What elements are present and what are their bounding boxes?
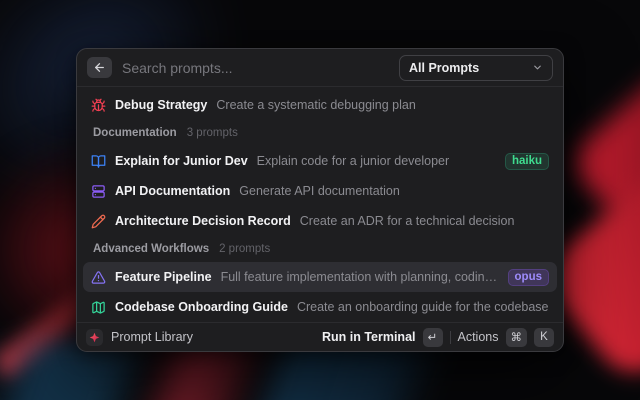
back-button[interactable] bbox=[87, 57, 112, 78]
bug-icon bbox=[91, 98, 106, 113]
actions-menu-button[interactable]: Actions bbox=[458, 330, 499, 344]
chevron-down-icon bbox=[532, 62, 543, 73]
prompt-library-palette: All Prompts Debug Strategy Create a syst… bbox=[76, 48, 564, 352]
prompt-subtitle: Create a systematic debugging plan bbox=[216, 98, 549, 112]
map-icon bbox=[91, 300, 106, 315]
prompt-title: Feature Pipeline bbox=[115, 270, 212, 284]
section-label: Documentation bbox=[93, 127, 177, 139]
pencil-icon bbox=[91, 214, 106, 229]
list-item-debug-strategy[interactable]: Debug Strategy Create a systematic debug… bbox=[83, 90, 557, 120]
k-keycap: K bbox=[534, 328, 554, 347]
model-badge-opus: opus bbox=[508, 269, 549, 286]
list-item-codebase-onboarding-guide[interactable]: Codebase Onboarding Guide Create an onbo… bbox=[83, 292, 557, 322]
prompt-title: Codebase Onboarding Guide bbox=[115, 300, 288, 314]
prompt-subtitle: Create an ADR for a technical decision bbox=[300, 214, 549, 228]
server-icon bbox=[91, 184, 106, 199]
enter-keycap: ↵ bbox=[423, 328, 443, 347]
filter-dropdown[interactable]: All Prompts bbox=[399, 55, 553, 81]
prompt-title: Debug Strategy bbox=[115, 98, 207, 112]
section-count: 2 prompts bbox=[219, 243, 270, 255]
prompt-title: Architecture Decision Record bbox=[115, 214, 291, 228]
prompt-subtitle: Generate API documentation bbox=[239, 184, 549, 198]
arrow-left-icon bbox=[93, 61, 106, 74]
palette-header: All Prompts bbox=[77, 49, 563, 87]
section-header-documentation: Documentation 3 prompts bbox=[83, 120, 557, 146]
prompt-subtitle: Explain code for a junior developer bbox=[257, 154, 496, 168]
prompt-title: Explain for Junior Dev bbox=[115, 154, 248, 168]
app-name-label: Prompt Library bbox=[111, 330, 193, 344]
list-item-feature-pipeline[interactable]: Feature Pipeline Full feature implementa… bbox=[83, 262, 557, 292]
triangle-alert-icon bbox=[91, 270, 106, 285]
prompt-subtitle: Create an onboarding guide for the codeb… bbox=[297, 300, 549, 314]
book-open-icon bbox=[91, 154, 106, 169]
list-item-architecture-decision-record[interactable]: Architecture Decision Record Create an A… bbox=[83, 206, 557, 236]
list-item-api-documentation[interactable]: API Documentation Generate API documenta… bbox=[83, 176, 557, 206]
filter-dropdown-value: All Prompts bbox=[409, 61, 479, 75]
prompt-list: Debug Strategy Create a systematic debug… bbox=[77, 87, 563, 322]
footer-divider bbox=[450, 331, 451, 344]
prompt-title: API Documentation bbox=[115, 184, 230, 198]
model-badge-haiku: haiku bbox=[505, 153, 549, 170]
palette-footer: Prompt Library Run in Terminal ↵ Actions… bbox=[77, 322, 563, 351]
app-logo-icon bbox=[86, 329, 103, 346]
section-header-advanced-workflows: Advanced Workflows 2 prompts bbox=[83, 236, 557, 262]
run-in-terminal-button[interactable]: Run in Terminal bbox=[322, 330, 416, 344]
list-item-explain-for-junior-dev[interactable]: Explain for Junior Dev Explain code for … bbox=[83, 146, 557, 176]
section-count: 3 prompts bbox=[187, 127, 238, 139]
footer-actions: Run in Terminal ↵ Actions ⌘ K bbox=[322, 328, 554, 347]
prompt-subtitle: Full feature implementation with plannin… bbox=[221, 270, 499, 284]
search-input[interactable] bbox=[122, 60, 389, 76]
cmd-keycap: ⌘ bbox=[506, 328, 528, 347]
section-label: Advanced Workflows bbox=[93, 243, 209, 255]
